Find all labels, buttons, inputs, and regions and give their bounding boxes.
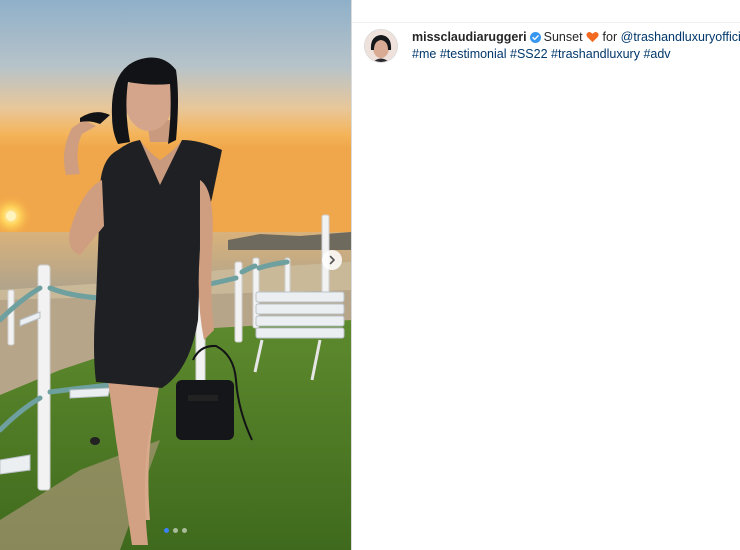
- photo-woman-sunset: [0, 0, 351, 550]
- next-photo-button[interactable]: [322, 250, 342, 270]
- hashtag-link[interactable]: #me: [412, 47, 436, 61]
- verified-badge-icon: [529, 32, 541, 43]
- pane-divider: [351, 0, 352, 550]
- caption-for: for: [602, 30, 618, 44]
- mention-link[interactable]: @trashandluxuryofficial: [621, 30, 740, 44]
- carousel-dot-3: [182, 528, 187, 533]
- avatar-image: [365, 30, 397, 62]
- hashtag-link[interactable]: #SS22: [510, 47, 548, 61]
- avatar[interactable]: [364, 29, 398, 63]
- carousel-dot-2: [173, 528, 178, 533]
- post-caption: missclaudiaruggeri Sunset for @trashandlux…: [364, 29, 740, 63]
- hashtag-link[interactable]: #adv: [643, 47, 670, 61]
- post-photo[interactable]: [0, 0, 351, 550]
- post-username[interactable]: missclaudiaruggeri: [412, 30, 527, 44]
- hashtag-link[interactable]: #trashandluxury: [551, 47, 640, 61]
- carousel-indicator: [0, 528, 351, 533]
- orange-heart-icon: [585, 32, 599, 43]
- carousel-dot-1: [164, 528, 169, 533]
- hashtag-link[interactable]: #testimonial: [440, 47, 507, 61]
- post-header: [352, 0, 740, 23]
- caption-sunset: Sunset: [543, 30, 583, 44]
- chevron-right-icon: [329, 255, 335, 265]
